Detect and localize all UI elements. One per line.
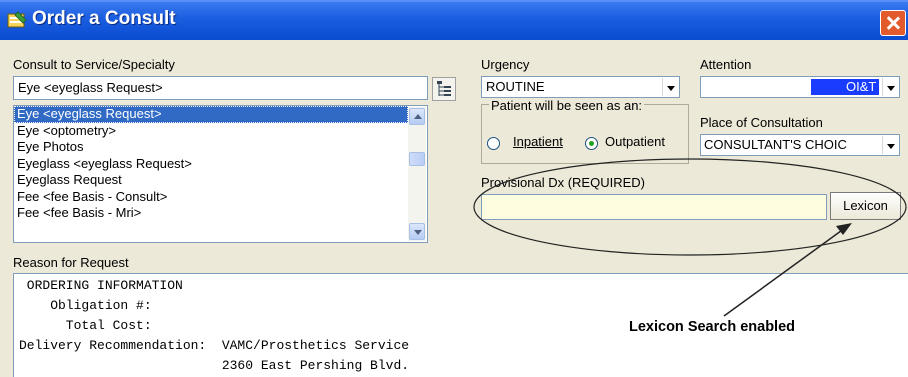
service-input-value: Eye <eyeglass Request> — [18, 80, 163, 95]
service-list-scrollbar[interactable] — [408, 107, 426, 241]
service-label: Consult to Service/Specialty — [13, 57, 175, 72]
attention-label: Attention — [700, 57, 752, 72]
service-list-item[interactable]: Eyeglass Request — [14, 172, 408, 189]
chevron-down-icon[interactable] — [662, 78, 678, 96]
service-list-item[interactable]: Fee <fee Basis - Mri> — [14, 205, 408, 222]
service-list-item[interactable]: Eye <optometry> — [14, 123, 408, 140]
service-list-item[interactable]: Eye Photos — [14, 139, 408, 156]
scroll-down-icon[interactable] — [409, 223, 425, 240]
reason-line: Delivery Recommendation: VAMC/Prosthetic… — [19, 338, 410, 353]
tree-view-button[interactable] — [432, 77, 456, 101]
title-bar: Order a Consult — [0, 0, 908, 40]
scroll-up-icon[interactable] — [409, 108, 425, 125]
urgency-select[interactable]: ROUTINE — [481, 76, 680, 98]
chevron-down-icon[interactable] — [882, 78, 898, 96]
window-title: Order a Consult — [32, 8, 176, 29]
inpatient-radio[interactable] — [487, 137, 500, 150]
place-label: Place of Consultation — [700, 115, 823, 130]
callout-arrowhead — [836, 223, 852, 235]
tree-view-icon — [437, 81, 451, 96]
chevron-down-icon[interactable] — [882, 136, 898, 154]
place-value: CONSULTANT'S CHOIC — [704, 137, 847, 152]
service-input[interactable]: Eye <eyeglass Request> — [13, 76, 428, 100]
service-list-item[interactable]: Eye <eyeglass Request> — [14, 106, 408, 123]
place-select[interactable]: CONSULTANT'S CHOIC — [700, 134, 900, 156]
order-form-icon — [7, 11, 27, 28]
provisional-dx-label: Provisional Dx (REQUIRED) — [481, 175, 645, 190]
close-icon[interactable] — [880, 10, 906, 36]
patient-seen-legend: Patient will be seen as an: — [489, 98, 645, 113]
urgency-value: ROUTINE — [486, 79, 545, 94]
lexicon-annotation-text: Lexicon Search enabled — [629, 319, 796, 335]
reason-label: Reason for Request — [13, 255, 129, 270]
lexicon-button-label: Lexicon — [843, 198, 888, 213]
reason-line: 2360 East Pershing Blvd. — [19, 358, 410, 373]
service-list-item[interactable]: Fee <fee Basis - Consult> — [14, 189, 408, 206]
service-list-item[interactable]: Eyeglass <eyeglass Request> — [14, 156, 408, 173]
outpatient-label[interactable]: Outpatient — [605, 134, 665, 149]
outpatient-radio[interactable] — [585, 137, 598, 150]
reason-line: Obligation #: — [19, 298, 152, 313]
provisional-dx-input[interactable] — [481, 194, 827, 220]
service-listbox[interactable]: Eye <eyeglass Request> Eye <optometry> E… — [13, 105, 428, 243]
inpatient-label[interactable]: Inpatient — [513, 134, 563, 149]
reason-line: ORDERING INFORMATION — [19, 278, 183, 293]
scroll-thumb[interactable] — [409, 152, 425, 166]
lexicon-button[interactable]: Lexicon — [830, 192, 901, 220]
attention-select[interactable]: OI&T S — [700, 76, 900, 98]
urgency-label: Urgency — [481, 57, 530, 72]
